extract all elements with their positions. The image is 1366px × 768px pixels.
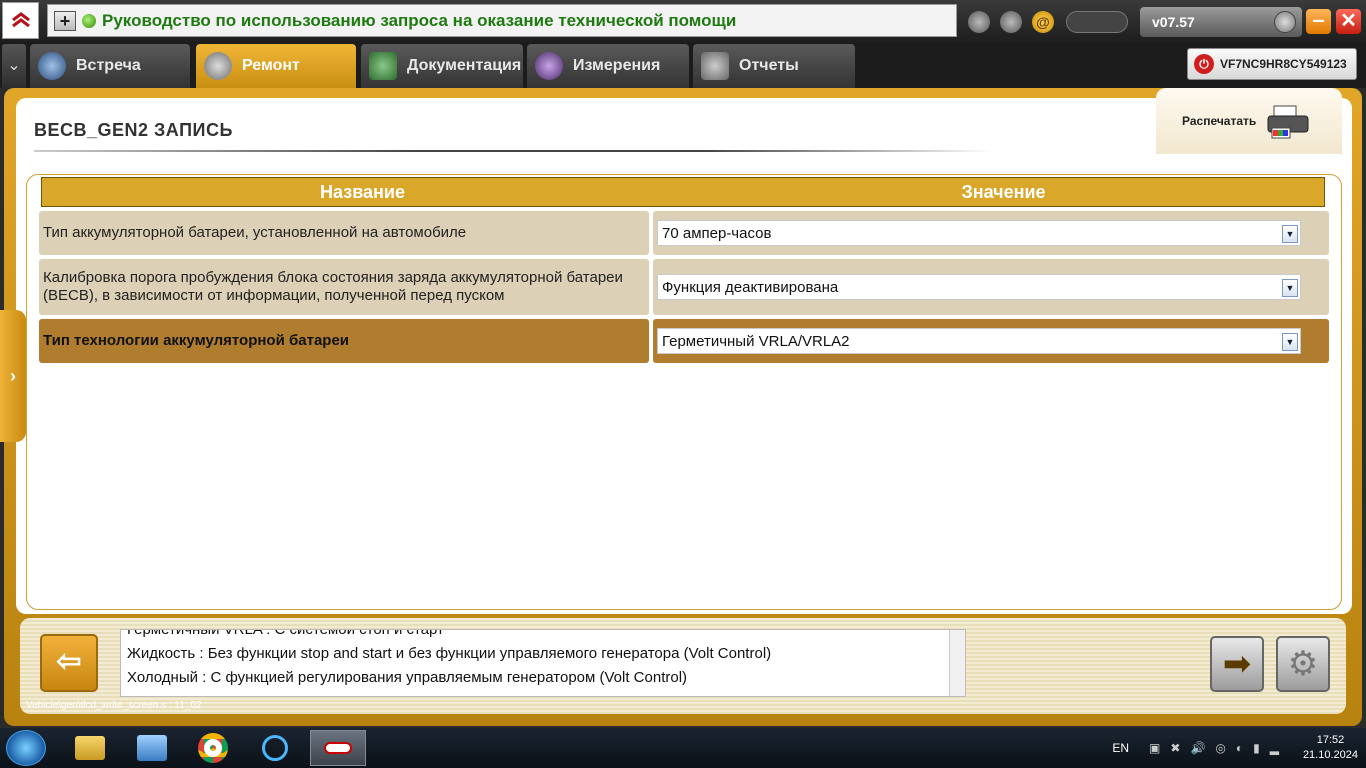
window-title: Руководство по использованию запроса на …: [102, 10, 737, 30]
chevron-down-icon[interactable]: ⌄: [2, 44, 26, 88]
magnifier-icon: [204, 52, 232, 80]
tab-bar: ⌄ Встреча Ремонт Документация Измерения …: [0, 42, 1366, 88]
stopwatch-icon[interactable]: [249, 730, 301, 766]
info-line: Герметичный VRLA : С системой стоп и ста…: [127, 629, 444, 638]
status-green-icon: [82, 13, 96, 28]
select-value: 70 ампер-часов: [662, 224, 772, 242]
tab-label: Отчеты: [739, 57, 799, 74]
tab-izmereniya[interactable]: Измерения: [527, 44, 689, 88]
row-name: Тип аккумуляторной батареи, установленно…: [39, 211, 649, 255]
close-button[interactable]: ✕: [1336, 9, 1361, 34]
table-row[interactable]: Тип аккумуляторной батареи, установленно…: [39, 211, 1329, 255]
content-panel: BECB_GEN2 ЗАПИСЬ Распечатать Название Зн…: [16, 88, 1352, 614]
email-icon[interactable]: @: [1032, 11, 1054, 33]
settings-gear-button[interactable]: ⚙: [1276, 636, 1330, 692]
row-value-cell: Герметичный VRLA/VRLA2 ▼: [653, 319, 1329, 363]
printer-icon: [1267, 105, 1309, 139]
parameters-table: Название Значение Тип аккумуляторной бат…: [26, 174, 1342, 610]
citroen-logo: [2, 2, 39, 39]
tab-label: Ремонт: [242, 57, 300, 74]
row-name: Калибровка порога пробуждения блока сост…: [39, 259, 649, 315]
page-title: BECB_GEN2 ЗАПИСЬ: [34, 120, 233, 140]
row-value-cell: 70 ампер-часов ▼: [653, 211, 1329, 255]
vin-label: VF7NC9HR8CY549123: [1220, 57, 1347, 71]
tab-otchety[interactable]: Отчеты: [693, 44, 855, 88]
select-value: Герметичный VRLA/VRLA2: [662, 332, 850, 350]
title-bar: + Руководство по использованию запроса н…: [0, 0, 1366, 42]
dropdown-arrow-icon[interactable]: ▼: [1282, 225, 1298, 243]
version-knob-icon[interactable]: [1274, 11, 1296, 33]
side-panel-toggle[interactable]: ›: [0, 310, 26, 442]
value-select[interactable]: 70 ампер-часов ▼: [657, 220, 1301, 246]
tab-dokumentatsiya[interactable]: Документация: [361, 44, 523, 88]
back-button[interactable]: ⇦: [40, 634, 98, 692]
tab-remont[interactable]: Ремонт: [196, 44, 356, 88]
taskbar: EN ▣✖🔊◎◐▮▂ 17:52 21.10.2024: [0, 728, 1366, 768]
expand-plus-icon[interactable]: +: [54, 10, 76, 31]
clock-time: 17:52: [1316, 734, 1345, 746]
row-value-cell: Функция деактивирована ▼: [653, 259, 1329, 315]
status-path: Vehicle\gen\tlcd_write_screen.s : 11_02: [26, 700, 202, 711]
value-select[interactable]: Функция деактивирована ▼: [657, 274, 1301, 300]
bottom-bar: ⇦ Герметичный VRLA : С системой стоп и с…: [20, 618, 1346, 714]
start-button[interactable]: [6, 730, 46, 766]
select-value: Функция деактивирована: [662, 278, 839, 296]
next-button[interactable]: ➡: [1210, 636, 1264, 692]
value-select[interactable]: Герметичный VRLA/VRLA2 ▼: [657, 328, 1301, 354]
diagbox-app-icon[interactable]: [310, 730, 366, 766]
tray-icons[interactable]: ▣✖🔊◎◐▮▂: [1149, 741, 1289, 755]
download-icon[interactable]: [968, 11, 990, 33]
print-button[interactable]: Распечатать: [1156, 88, 1342, 154]
row-name: Тип технологии аккумуляторной батареи: [39, 319, 649, 363]
book-icon: [369, 52, 397, 80]
print-label: Распечатать: [1182, 114, 1257, 128]
minimize-button[interactable]: –: [1306, 9, 1331, 34]
table-header: Название Значение: [41, 177, 1325, 207]
clock[interactable]: 17:52 21.10.2024: [1303, 733, 1358, 763]
version-indicator: v07.57: [1140, 7, 1302, 37]
version-label: v07.57: [1152, 14, 1195, 30]
user-icon[interactable]: [1000, 11, 1022, 33]
info-line: Холодный : С функцией регулирования упра…: [127, 669, 688, 686]
table-row-selected[interactable]: Тип технологии аккумуляторной батареи Ге…: [39, 319, 1329, 363]
header-name: Название: [320, 182, 405, 202]
dropdown-arrow-icon[interactable]: ▼: [1282, 333, 1298, 351]
language-indicator[interactable]: EN: [1112, 741, 1129, 755]
power-icon: ⏻: [1194, 54, 1214, 74]
report-icon: [701, 52, 729, 80]
title-box: + Руководство по использованию запроса н…: [47, 4, 957, 37]
info-scrollbar[interactable]: [949, 630, 965, 696]
system-tray: EN ▣✖🔊◎◐▮▂ 17:52 21.10.2024: [1112, 728, 1358, 768]
vin-box[interactable]: ⏻ VF7NC9HR8CY549123: [1187, 48, 1357, 80]
info-line: Жидкость : Без функции stop and start и …: [127, 645, 772, 662]
table-row[interactable]: Калибровка порога пробуждения блока сост…: [39, 259, 1329, 315]
chrome-icon[interactable]: [187, 730, 239, 766]
tab-label: Встреча: [76, 57, 141, 74]
clock-date: 21.10.2024: [1302, 749, 1358, 761]
connection-toggle[interactable]: [1066, 11, 1128, 33]
tab-label: Документация: [407, 57, 522, 74]
tab-vstrecha[interactable]: Встреча: [30, 44, 190, 88]
dropdown-arrow-icon[interactable]: ▼: [1282, 279, 1298, 297]
tab-label: Измерения: [573, 57, 661, 74]
explorer-icon[interactable]: [64, 730, 116, 766]
meeting-icon: [38, 52, 66, 80]
oscilloscope-icon: [535, 52, 563, 80]
info-box: Герметичный VRLA : С системой стоп и ста…: [120, 629, 966, 697]
title-divider: [34, 150, 994, 152]
header-value: Значение: [961, 182, 1046, 202]
control-panel-icon[interactable]: [126, 730, 178, 766]
